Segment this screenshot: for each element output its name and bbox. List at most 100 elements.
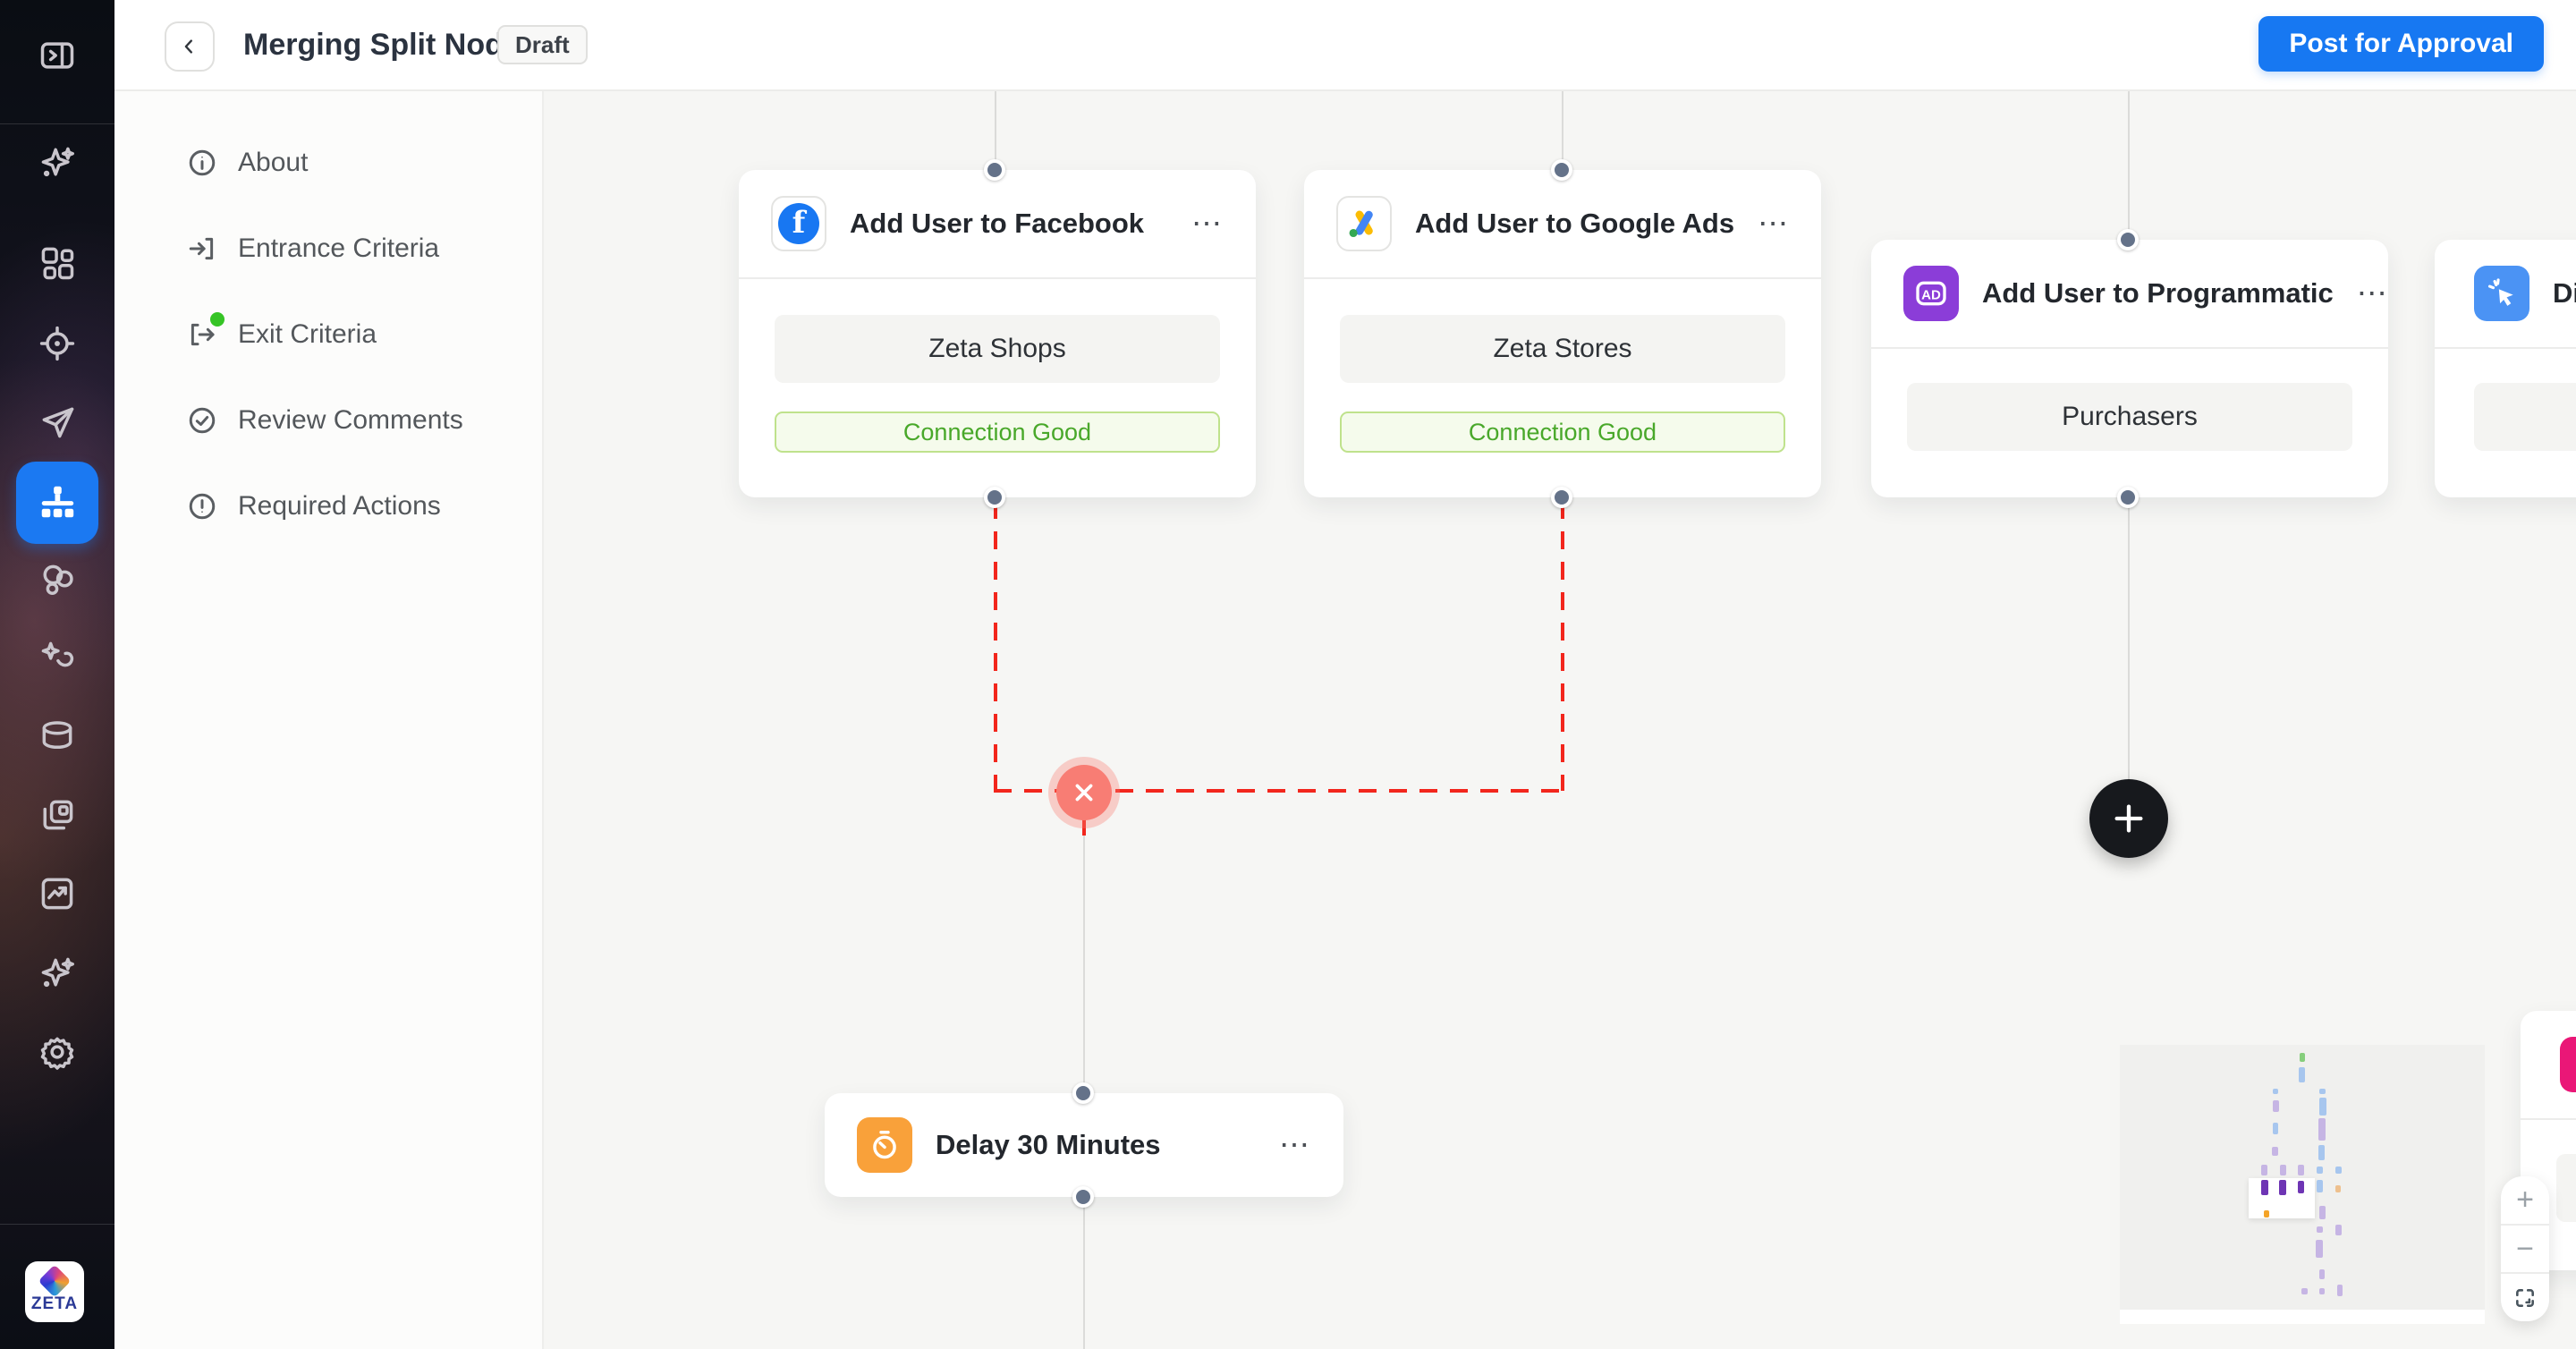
panel-item-entrance-criteria[interactable]: Entrance Criteria bbox=[114, 220, 542, 277]
minimap[interactable] bbox=[2120, 1045, 2485, 1310]
node-card-delay[interactable]: Delay 30 Minutes ⋯ bbox=[825, 1093, 1343, 1197]
node-body-value: Zeta Shops bbox=[775, 315, 1220, 383]
close-icon bbox=[1072, 781, 1096, 804]
minimap-node bbox=[2273, 1089, 2278, 1094]
minimap-node bbox=[2335, 1185, 2341, 1192]
header: Merging Split Nodes Draft Post for Appro… bbox=[114, 0, 2576, 91]
panel-item-exit-criteria[interactable]: Exit Criteria bbox=[114, 306, 542, 363]
post-for-approval-button[interactable]: Post for Approval bbox=[2258, 16, 2544, 72]
edge-programmatic-to-add bbox=[2128, 498, 2130, 780]
minimap-node bbox=[2299, 1067, 2305, 1082]
minimap-node bbox=[2318, 1118, 2326, 1141]
minimap-node bbox=[2316, 1240, 2323, 1258]
node-card-google-ads[interactable]: Add User to Google Ads ⋯ Zeta Stores Con… bbox=[1304, 170, 1821, 497]
node-menu-button[interactable]: ⋯ bbox=[1758, 215, 1790, 233]
zoom-controls: + − bbox=[2501, 1176, 2549, 1321]
minimap-node bbox=[2337, 1285, 2343, 1296]
add-node-button[interactable] bbox=[2089, 779, 2168, 858]
sidebar-divider bbox=[0, 123, 114, 124]
fit-view-button[interactable] bbox=[2501, 1272, 2549, 1321]
app-screen: Merging Split Nodes Draft Post for Appro… bbox=[0, 0, 2576, 1349]
ai-sparkle-icon-2[interactable] bbox=[37, 953, 78, 994]
panel-item-about[interactable]: About bbox=[114, 134, 542, 191]
zeta-diamond-icon bbox=[38, 1265, 72, 1298]
minimap-node bbox=[2317, 1167, 2323, 1174]
dashboard-grid-icon[interactable] bbox=[37, 242, 78, 284]
node-body-value: Zeta Stores bbox=[1340, 315, 1785, 383]
minimap-node bbox=[2317, 1226, 2323, 1233]
node-card-facebook[interactable]: f Add User to Facebook ⋯ Zeta Shops Conn… bbox=[739, 170, 1256, 497]
zoom-out-button[interactable]: − bbox=[2501, 1224, 2549, 1273]
facebook-icon: f bbox=[771, 196, 826, 251]
node-menu-button[interactable]: ⋯ bbox=[1279, 1136, 1311, 1154]
info-circle-icon bbox=[187, 148, 217, 178]
node-menu-button[interactable]: ⋯ bbox=[2357, 284, 2389, 302]
panel-item-label: Review Comments bbox=[238, 405, 463, 436]
audience-circles-icon[interactable] bbox=[37, 559, 78, 600]
handle-delay-top[interactable] bbox=[1072, 1082, 1094, 1104]
database-icon[interactable] bbox=[37, 716, 78, 757]
node-header: f Add User to Facebook ⋯ bbox=[739, 170, 1256, 279]
detail-panel: About Entrance Criteria Exit Criteria Re… bbox=[114, 89, 544, 1349]
node-title: Did bbox=[2553, 277, 2576, 310]
send-plane-icon[interactable] bbox=[37, 402, 78, 443]
handle-facebook-bottom[interactable] bbox=[984, 487, 1005, 508]
minimap-node bbox=[2335, 1167, 2342, 1174]
minimap-node bbox=[2261, 1180, 2268, 1195]
minimap-bottom-strip bbox=[2120, 1310, 2485, 1324]
lasso-sparkle-icon[interactable] bbox=[37, 637, 78, 678]
minimap-node bbox=[2319, 1098, 2326, 1116]
minimap-node bbox=[2280, 1165, 2286, 1175]
handle-google-top[interactable] bbox=[1551, 159, 1572, 181]
node-card-programmatic[interactable]: AD Add User to Programmatic ⋯ Purchasers bbox=[1871, 240, 2388, 497]
handle-google-bottom[interactable] bbox=[1551, 487, 1572, 508]
minimap-node bbox=[2261, 1165, 2267, 1175]
connection-status-badge: Connection Good bbox=[1340, 411, 1785, 453]
panel-item-review-comments[interactable]: Review Comments bbox=[114, 392, 542, 449]
minimap-node bbox=[2300, 1053, 2305, 1062]
edge-into-facebook bbox=[995, 89, 996, 170]
zeta-logo-text: ZETA bbox=[31, 1294, 78, 1314]
handle-facebook-top[interactable] bbox=[984, 159, 1005, 181]
copy-layers-icon[interactable] bbox=[37, 794, 78, 836]
programmatic-ad-icon: AD bbox=[1903, 266, 1959, 321]
handle-delay-bottom[interactable] bbox=[1072, 1186, 1094, 1208]
settings-gear-icon[interactable] bbox=[37, 1031, 78, 1073]
minimap-node bbox=[2301, 1288, 2308, 1294]
minimap-node bbox=[2273, 1123, 2278, 1134]
back-button[interactable] bbox=[165, 21, 215, 72]
fit-view-icon bbox=[2513, 1286, 2537, 1310]
ai-sparkle-icon[interactable] bbox=[37, 142, 78, 183]
minimap-node bbox=[2298, 1181, 2304, 1193]
minimap-node bbox=[2318, 1145, 2325, 1160]
edge-into-google bbox=[1562, 89, 1563, 170]
dashed-edge-google bbox=[1561, 501, 1564, 791]
node-header: AD Add User to Programmatic ⋯ bbox=[1871, 240, 2388, 349]
report-doc-icon[interactable] bbox=[37, 873, 78, 914]
handle-programmatic-top[interactable] bbox=[2117, 229, 2139, 250]
pink-node-icon bbox=[2560, 1037, 2576, 1092]
edge-into-programmatic bbox=[2128, 89, 2130, 240]
panel-toggle-icon[interactable] bbox=[37, 35, 78, 76]
node-card-partial-did[interactable]: Did bbox=[2435, 240, 2576, 497]
plus-icon bbox=[2111, 801, 2147, 836]
node-title: Add User to Programmatic bbox=[1982, 277, 2334, 310]
node-menu-button[interactable]: ⋯ bbox=[1191, 215, 1224, 233]
handle-programmatic-bottom[interactable] bbox=[2117, 487, 2139, 508]
target-icon[interactable] bbox=[37, 323, 78, 364]
minimap-node bbox=[2272, 1147, 2278, 1156]
node-header bbox=[2521, 1011, 2576, 1120]
panel-item-required-actions[interactable]: Required Actions bbox=[114, 478, 542, 535]
delete-connector-button[interactable] bbox=[1056, 765, 1112, 820]
google-ads-icon bbox=[1336, 196, 1392, 251]
journey-sitemap-icon-active[interactable] bbox=[16, 462, 98, 544]
check-circle-icon bbox=[187, 405, 217, 436]
minimap-node bbox=[2317, 1180, 2323, 1192]
node-title: Delay 30 Minutes bbox=[936, 1129, 1256, 1161]
zeta-logo[interactable]: ZETA bbox=[25, 1261, 84, 1322]
stopwatch-icon bbox=[857, 1117, 912, 1173]
dashed-edge-facebook bbox=[994, 501, 997, 791]
zoom-in-button[interactable]: + bbox=[2501, 1176, 2549, 1224]
node-header: Add User to Google Ads ⋯ bbox=[1304, 170, 1821, 279]
chevron-left-icon bbox=[180, 37, 199, 56]
